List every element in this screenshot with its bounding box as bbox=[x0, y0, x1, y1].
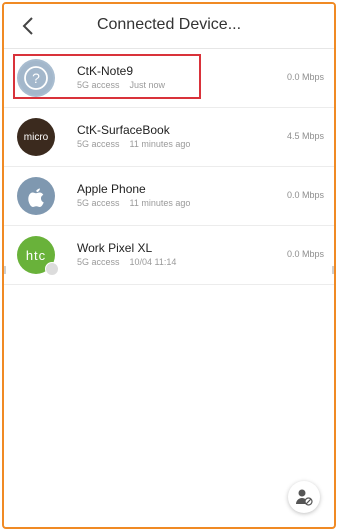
scroll-edge-mark-left bbox=[4, 266, 6, 274]
last-seen: Just now bbox=[129, 80, 166, 90]
user-badge-icon bbox=[45, 262, 59, 276]
device-name: Apple Phone bbox=[77, 182, 146, 196]
last-seen: 11 minutes ago bbox=[129, 198, 191, 208]
access-type: 5G access bbox=[77, 80, 120, 90]
device-name: CtK-Note9 bbox=[77, 64, 134, 78]
last-seen: 11 minutes ago bbox=[129, 139, 191, 149]
device-name: CtK-SurfaceBook bbox=[77, 123, 170, 137]
page-title: Connected Device... bbox=[96, 16, 242, 33]
top-bar: Connected Device... bbox=[4, 4, 334, 49]
microsoft-logo: micro bbox=[17, 118, 55, 156]
device-row-work-pixel-xl[interactable]: htc Work Pixel XL 5G access 10/04 11:14 0… bbox=[4, 226, 334, 285]
access-type: 5G access bbox=[77, 257, 120, 267]
apple-logo bbox=[17, 177, 55, 215]
device-meta: 5G access 10/04 11:14 bbox=[77, 257, 176, 267]
logo-text: micro bbox=[23, 131, 49, 143]
device-meta: 5G access Just now bbox=[77, 80, 165, 90]
question-icon: ? bbox=[17, 59, 55, 97]
device-row-ctk-note9[interactable]: ? CtK-Note9 5G access Just now 0.0 Mbps bbox=[4, 49, 334, 108]
logo-text: htc bbox=[25, 247, 47, 263]
svg-text:?: ? bbox=[32, 70, 40, 86]
device-list: ? CtK-Note9 5G access Just now 0.0 Mbps m… bbox=[4, 49, 334, 285]
device-speed: 0.0 Mbps bbox=[286, 72, 324, 82]
device-speed: 0.0 Mbps bbox=[286, 190, 324, 200]
blocked-users-button[interactable] bbox=[288, 481, 320, 513]
scroll-edge-mark-right bbox=[332, 266, 334, 274]
device-meta: 5G access 11 minutes ago bbox=[77, 198, 190, 208]
device-name: Work Pixel XL bbox=[77, 241, 153, 255]
device-row-apple-phone[interactable]: Apple Phone 5G access 11 minutes ago 0.0 … bbox=[4, 167, 334, 226]
access-type: 5G access bbox=[77, 139, 120, 149]
user-block-icon bbox=[296, 489, 313, 506]
last-seen: 10/04 11:14 bbox=[129, 257, 177, 267]
app-frame: Connected Device... ? CtK-Note9 5G acces… bbox=[2, 2, 336, 529]
device-row-ctk-surfacebook[interactable]: micro CtK-SurfaceBook 5G access 11 minute… bbox=[4, 108, 334, 167]
device-speed: 0.0 Mbps bbox=[286, 249, 324, 259]
device-speed: 4.5 Mbps bbox=[286, 131, 324, 141]
access-type: 5G access bbox=[77, 198, 120, 208]
device-meta: 5G access 11 minutes ago bbox=[77, 139, 190, 149]
